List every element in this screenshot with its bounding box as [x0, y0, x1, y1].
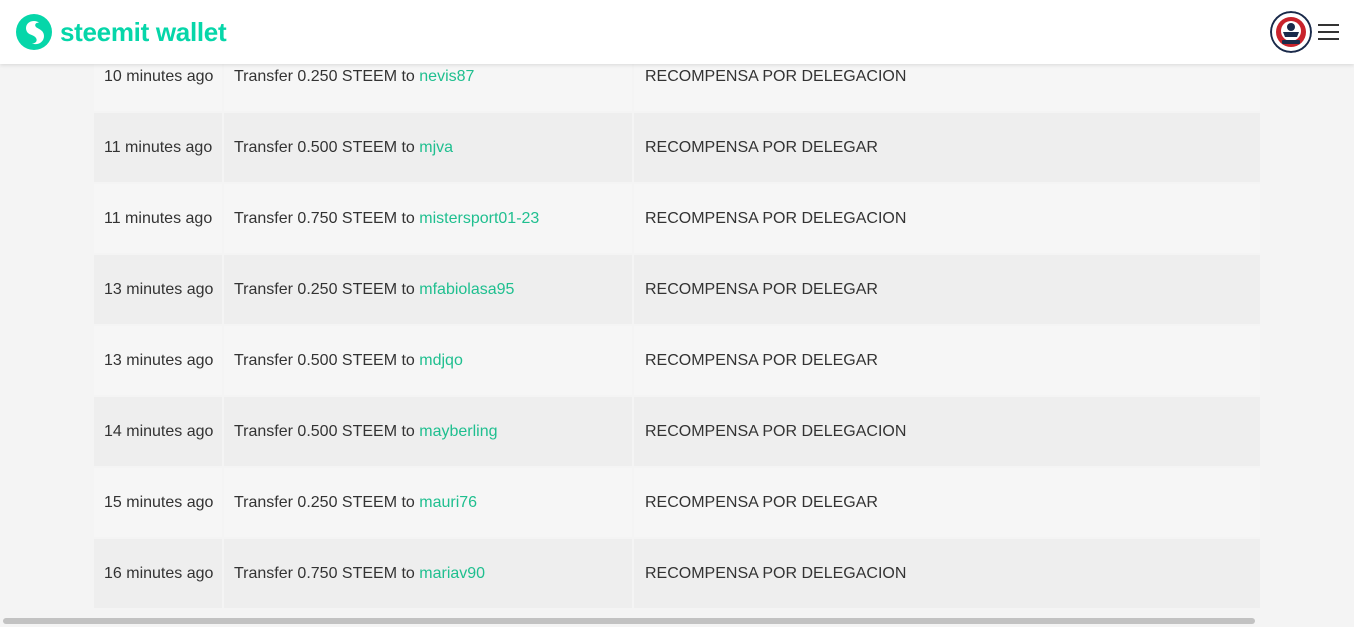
steemit-logo-icon	[16, 14, 52, 50]
transfer-amount: Transfer 0.250 STEEM to	[234, 68, 415, 85]
hamburger-menu-icon[interactable]	[1318, 22, 1340, 42]
transfer-description: Transfer 0.250 STEEM to mfabiolasa95	[224, 255, 632, 324]
transfer-amount: Transfer 0.500 STEEM to	[234, 139, 415, 156]
top-header: steemit wallet	[0, 0, 1354, 64]
transfer-amount: Transfer 0.500 STEEM to	[234, 352, 415, 369]
transfer-time: 13 minutes ago	[94, 255, 222, 324]
transfer-amount: Transfer 0.250 STEEM to	[234, 494, 415, 511]
transfer-memo: RECOMPENSA POR DELEGACION	[634, 397, 1260, 466]
table-row: 13 minutes ago Transfer 0.500 STEEM to m…	[94, 326, 1260, 395]
transfer-amount: Transfer 0.500 STEEM to	[234, 423, 415, 440]
table-row: 13 minutes ago Transfer 0.250 STEEM to m…	[94, 255, 1260, 324]
transfer-memo: RECOMPENSA POR DELEGACION	[634, 184, 1260, 253]
steemit-wallet-logo[interactable]: steemit wallet	[14, 12, 227, 52]
transfer-time: 11 minutes ago	[94, 113, 222, 182]
recipient-link[interactable]: nevis87	[419, 68, 474, 85]
logo-text: steemit wallet	[60, 16, 227, 47]
transfer-time: 15 minutes ago	[94, 468, 222, 537]
transfer-memo: RECOMPENSA POR DELEGACION	[634, 539, 1260, 608]
table-row: 14 minutes ago Transfer 0.500 STEEM to m…	[94, 397, 1260, 466]
avatar-badge-icon	[1270, 11, 1312, 53]
transfer-description: Transfer 0.500 STEEM to mayberling	[224, 397, 632, 466]
transfer-history: 10 minutes ago Transfer 0.250 STEEM to n…	[92, 40, 1262, 610]
transfer-time: 14 minutes ago	[94, 397, 222, 466]
transfer-description: Transfer 0.500 STEEM to mdjqo	[224, 326, 632, 395]
recipient-link[interactable]: mjva	[419, 139, 453, 156]
transfer-description: Transfer 0.500 STEEM to mjva	[224, 113, 632, 182]
menu-line	[1318, 24, 1339, 26]
transfer-table: 10 minutes ago Transfer 0.250 STEEM to n…	[92, 40, 1262, 610]
horizontal-scrollbar[interactable]	[3, 618, 1255, 624]
transfer-description: Transfer 0.750 STEEM to mistersport01-23	[224, 184, 632, 253]
transfer-time: 16 minutes ago	[94, 539, 222, 608]
table-row: 16 minutes ago Transfer 0.750 STEEM to m…	[94, 539, 1260, 608]
table-row: 11 minutes ago Transfer 0.500 STEEM to m…	[94, 113, 1260, 182]
transfer-amount: Transfer 0.750 STEEM to	[234, 210, 415, 227]
transfer-amount: Transfer 0.250 STEEM to	[234, 281, 415, 298]
transfer-memo: RECOMPENSA POR DELEGAR	[634, 255, 1260, 324]
recipient-link[interactable]: mistersport01-23	[419, 210, 539, 227]
transfer-memo: RECOMPENSA POR DELEGAR	[634, 326, 1260, 395]
transfer-memo: RECOMPENSA POR DELEGAR	[634, 468, 1260, 537]
recipient-link[interactable]: mfabiolasa95	[419, 281, 514, 298]
menu-line	[1318, 31, 1339, 33]
transfer-description: Transfer 0.250 STEEM to mauri76	[224, 468, 632, 537]
menu-line	[1318, 38, 1339, 40]
user-avatar[interactable]	[1270, 11, 1312, 53]
recipient-link[interactable]: mariav90	[419, 565, 485, 582]
transfer-time: 11 minutes ago	[94, 184, 222, 253]
transfer-description: Transfer 0.750 STEEM to mariav90	[224, 539, 632, 608]
recipient-link[interactable]: mauri76	[419, 494, 477, 511]
transfer-memo: RECOMPENSA POR DELEGAR	[634, 113, 1260, 182]
table-row: 11 minutes ago Transfer 0.750 STEEM to m…	[94, 184, 1260, 253]
table-row: 15 minutes ago Transfer 0.250 STEEM to m…	[94, 468, 1260, 537]
recipient-link[interactable]: mayberling	[419, 423, 497, 440]
wallet-page: 10 minutes ago Transfer 0.250 STEEM to n…	[0, 0, 1354, 627]
transfer-time: 13 minutes ago	[94, 326, 222, 395]
recipient-link[interactable]: mdjqo	[419, 352, 463, 369]
transfer-amount: Transfer 0.750 STEEM to	[234, 565, 415, 582]
